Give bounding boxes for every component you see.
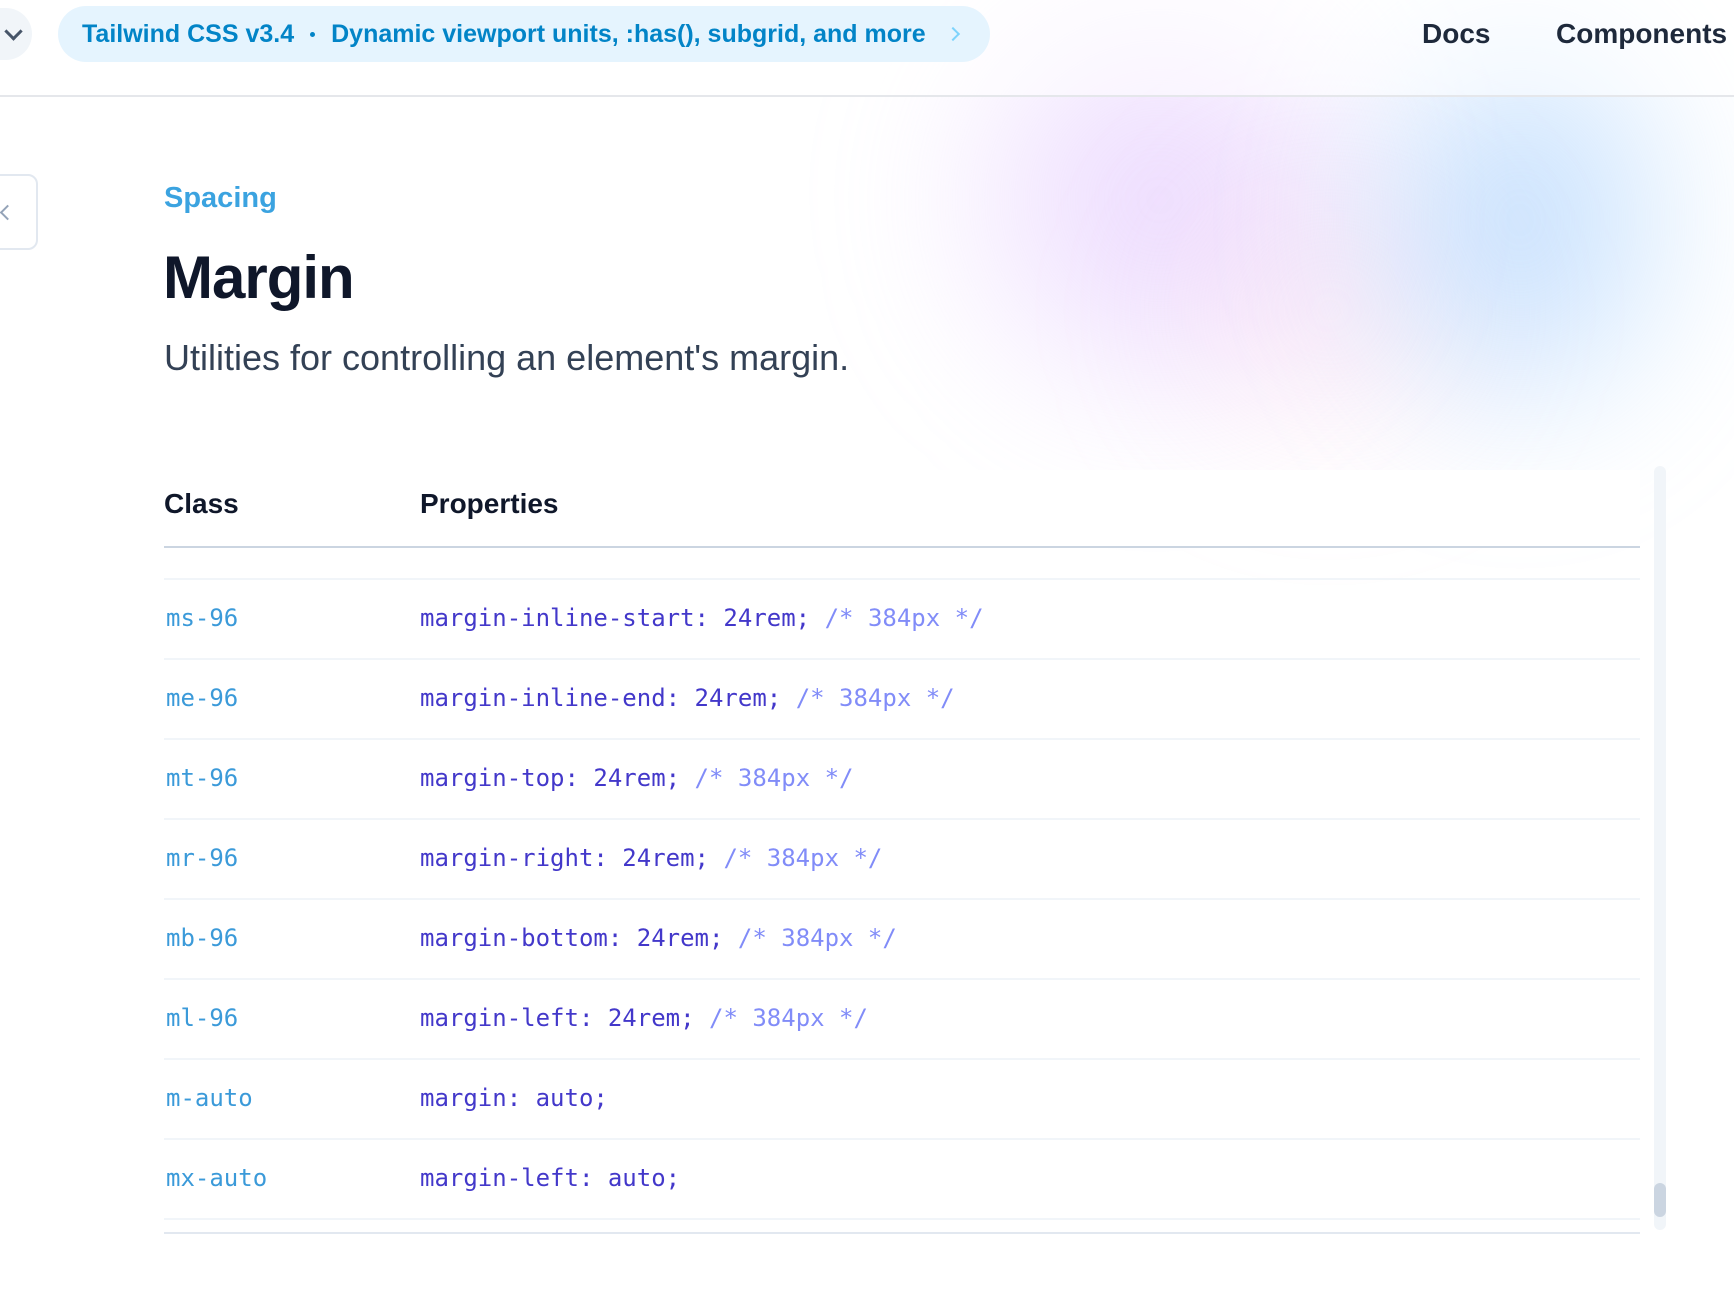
table-body: ms-96 margin-inline-start: 24rem; /* 384p… xyxy=(164,580,1640,1220)
separator-dot xyxy=(310,31,316,37)
property-comment: /* 384px */ xyxy=(723,844,883,872)
property-declaration: margin-inline-end: 24rem; xyxy=(420,684,782,712)
announcement-version: Tailwind CSS v3.4 xyxy=(82,19,295,48)
table-row: mb-96 margin-bottom: 24rem; /* 384px */ xyxy=(164,900,1640,980)
table-row: mr-96 margin-right: 24rem; /* 384px */ xyxy=(164,820,1640,900)
page-lead: Utilities for controlling an element's m… xyxy=(164,337,850,378)
class-name-cell: me-96 xyxy=(166,684,239,712)
top-header: Tailwind CSS v3.4 Dynamic viewport units… xyxy=(0,0,1734,97)
property-comment: /* 384px */ xyxy=(737,924,897,952)
properties-cell: margin-right: 24rem; /* 384px */ xyxy=(420,844,882,872)
property-declaration: margin-bottom: 24rem; xyxy=(420,924,724,952)
property-comment: /* 384px */ xyxy=(795,684,955,712)
table-bottom-border xyxy=(164,1232,1640,1234)
page: Tailwind CSS v3.4 Dynamic viewport units… xyxy=(0,0,1734,1300)
properties-cell: margin: auto; xyxy=(420,1084,608,1112)
section-eyebrow: Spacing xyxy=(164,182,277,214)
announcement-message: Dynamic viewport units, :has(), subgrid,… xyxy=(331,19,926,48)
chevron-left-icon xyxy=(0,204,16,221)
column-header-properties: Properties xyxy=(420,488,559,519)
properties-cell: margin-inline-start: 24rem; /* 384px */ xyxy=(420,604,984,632)
class-name-cell: mt-96 xyxy=(166,764,239,792)
property-declaration: margin: auto; xyxy=(420,1084,608,1112)
properties-cell: margin-bottom: 24rem; /* 384px */ xyxy=(420,924,897,952)
property-declaration: margin-right: 24rem; xyxy=(420,844,709,872)
version-toggle-button[interactable] xyxy=(0,8,32,60)
class-name-cell: m-auto xyxy=(166,1084,253,1112)
property-comment: /* 384px */ xyxy=(694,764,854,792)
table-row: ms-96 margin-inline-start: 24rem; /* 384p… xyxy=(164,580,1640,660)
table-row: mt-96 margin-top: 24rem; /* 384px */ xyxy=(164,740,1640,820)
nav-components-link[interactable]: Components xyxy=(1556,14,1727,54)
table-row-clipped xyxy=(164,548,1640,580)
class-name-cell: mr-96 xyxy=(166,844,239,872)
nav-docs-link[interactable]: Docs xyxy=(1422,14,1490,54)
chevron-right-icon xyxy=(945,26,960,42)
announcement-link[interactable]: Tailwind CSS v3.4 Dynamic viewport units… xyxy=(58,6,990,62)
chevron-down-icon xyxy=(4,21,23,41)
sidebar-toggle-button[interactable] xyxy=(0,174,38,250)
properties-cell: margin-top: 24rem; /* 384px */ xyxy=(420,764,854,792)
property-declaration: margin-left: 24rem; xyxy=(420,1004,695,1032)
property-declaration: margin-top: 24rem; xyxy=(420,764,681,792)
properties-cell: margin-inline-end: 24rem; /* 384px */ xyxy=(420,684,955,712)
table-row: mx-auto margin-left: auto; xyxy=(164,1140,1640,1220)
properties-cell: margin-left: auto; xyxy=(420,1164,680,1192)
class-name-cell: ms-96 xyxy=(166,604,239,632)
column-header-class: Class xyxy=(164,488,239,519)
class-name-cell: mb-96 xyxy=(166,924,239,952)
class-name-cell: mx-auto xyxy=(166,1164,268,1192)
class-table[interactable]: Class Properties ms-96 margin-inline-star… xyxy=(164,470,1640,1234)
table-row: me-96 margin-inline-end: 24rem; /* 384px … xyxy=(164,660,1640,740)
background-glow-pink xyxy=(1120,120,1540,500)
table-row: m-auto margin: auto; xyxy=(164,1060,1640,1140)
table-header-row: Class Properties xyxy=(164,470,1640,548)
class-name-cell: ml-96 xyxy=(166,1004,239,1032)
table-row: ml-96 margin-left: 24rem; /* 384px */ xyxy=(164,980,1640,1060)
table-scrollbar-track[interactable] xyxy=(1654,466,1666,1230)
table-scrollbar-thumb[interactable] xyxy=(1654,1183,1666,1217)
properties-cell: margin-left: 24rem; /* 384px */ xyxy=(420,1004,868,1032)
property-declaration: margin-inline-start: 24rem; xyxy=(420,604,811,632)
property-declaration: margin-left: auto; xyxy=(420,1164,681,1192)
property-comment: /* 384px */ xyxy=(709,1004,868,1032)
property-comment: /* 384px */ xyxy=(824,604,984,632)
page-title: Margin xyxy=(163,244,355,311)
